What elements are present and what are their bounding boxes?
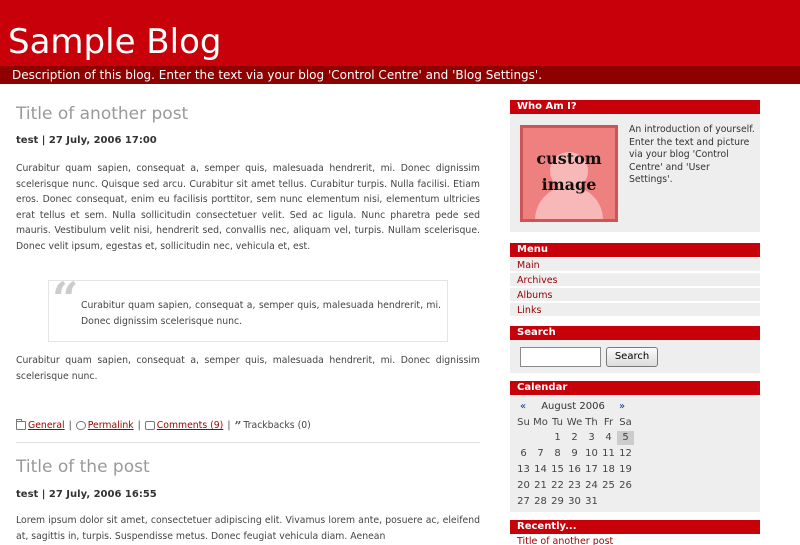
quote-mark-icon: “ [52,272,79,326]
about-text: An introduction of yourself. Enter the t… [629,124,755,186]
calendar-next-link[interactable]: » [619,400,625,414]
menu-item-archives[interactable]: Archives [517,274,558,288]
calendar-day[interactable]: 16 [566,463,583,477]
calendar-day[interactable]: 10 [583,447,600,461]
calendar-day[interactable]: 26 [617,479,634,493]
calendar-day[interactable]: 3 [583,431,600,445]
about-heading: Who Am I? [510,100,760,114]
calendar-day[interactable]: 29 [549,495,566,509]
calendar-day[interactable]: 14 [532,463,549,477]
calendar-day[interactable]: 11 [600,447,617,461]
calendar-day[interactable]: 5 [617,431,634,445]
search-input[interactable] [520,347,601,367]
calendar-day[interactable]: 6 [515,447,532,461]
post-footer: General | Permalink | Comments (9) | ” T… [16,418,311,433]
calendar-day[interactable]: 18 [600,463,617,477]
post-title[interactable]: Title of the post [16,457,150,477]
post-paragraph: Curabitur quam sapien, consequat a, semp… [16,355,480,382]
calendar-month: August 2006 [541,401,605,412]
calendar-heading: Calendar [510,381,760,395]
folder-icon [16,419,26,430]
calendar-day[interactable]: 7 [532,447,549,461]
footer-separator: | [68,420,72,431]
search-heading: Search [510,326,760,340]
calendar-day[interactable]: 8 [549,447,566,461]
comments-link[interactable]: Comments (9) [157,420,224,431]
calendar-day[interactable]: 12 [617,447,634,461]
avatar-text-line: custom [536,149,602,168]
menu-item-links[interactable]: Links [517,304,541,318]
calendar-day[interactable]: 20 [515,479,532,493]
menu-item-albums[interactable]: Albums [517,289,552,303]
menu-row [510,258,760,272]
calendar-day[interactable]: 4 [600,431,617,445]
blog-title[interactable]: Sample Blog [8,20,221,64]
calendar-day[interactable]: 23 [566,479,583,493]
footer-separator: | [137,420,141,431]
calendar-day[interactable]: 13 [515,463,532,477]
calendar-day[interactable]: 24 [583,479,600,493]
recent-post-link[interactable]: Title of another post [517,536,613,545]
footer-separator: | [227,420,231,431]
calendar-day[interactable]: 15 [549,463,566,477]
calendar-day[interactable]: 17 [583,463,600,477]
calendar-weekday: Th [585,417,598,428]
calendar-weekday: Sa [619,417,632,428]
search-button[interactable]: Search [606,347,658,367]
calendar-weekday: Fr [603,417,614,428]
blog-description: Description of this blog. Enter the text… [12,68,543,82]
calendar-day[interactable]: 25 [600,479,617,493]
calendar-weekday: We [566,417,583,428]
calendar-prev-link[interactable]: « [520,400,526,414]
calendar-day[interactable]: 31 [583,495,600,509]
trackback-icon: ” [234,418,242,433]
comment-icon [144,421,155,430]
post-paragraph: Curabitur quam sapien, consequat a, semp… [16,163,480,252]
trackbacks-text: Trackbacks (0) [243,420,311,431]
calendar-weekday: Mo [533,417,548,428]
post-meta: test | 27 July, 2006 17:00 [16,135,157,146]
calendar-day[interactable]: 27 [515,495,532,509]
recent-heading: Recently... [510,520,760,534]
menu-row [510,303,760,317]
avatar-text-line: image [541,175,597,194]
calendar-weekday: Tu [552,417,563,428]
avatar: custom image [520,125,618,222]
menu-heading: Menu [510,243,760,257]
calendar-weekday: Su [517,417,530,428]
permalink-link[interactable]: Permalink [88,420,134,431]
post-paragraph: Lorem ipsum dolor sit amet, consectetuer… [16,515,480,542]
blockquote-text: Curabitur quam sapien, consequat a, semp… [81,300,441,327]
calendar-day[interactable]: 21 [532,479,549,493]
category-link[interactable]: General [28,420,65,431]
calendar-day[interactable]: 19 [617,463,634,477]
post-meta: test | 27 July, 2006 16:55 [16,489,157,500]
menu-item-main[interactable]: Main [517,259,540,273]
calendar-day[interactable]: 30 [566,495,583,509]
avatar-placeholder-text: custom image [523,146,615,198]
calendar-day[interactable]: 9 [566,447,583,461]
calendar-day[interactable]: 28 [532,495,549,509]
post-divider [16,442,480,443]
permalink-icon [75,421,86,430]
calendar-day[interactable]: 2 [566,431,583,445]
calendar-day[interactable]: 22 [549,479,566,493]
calendar-day[interactable]: 1 [549,431,566,445]
post-title[interactable]: Title of another post [16,104,188,124]
